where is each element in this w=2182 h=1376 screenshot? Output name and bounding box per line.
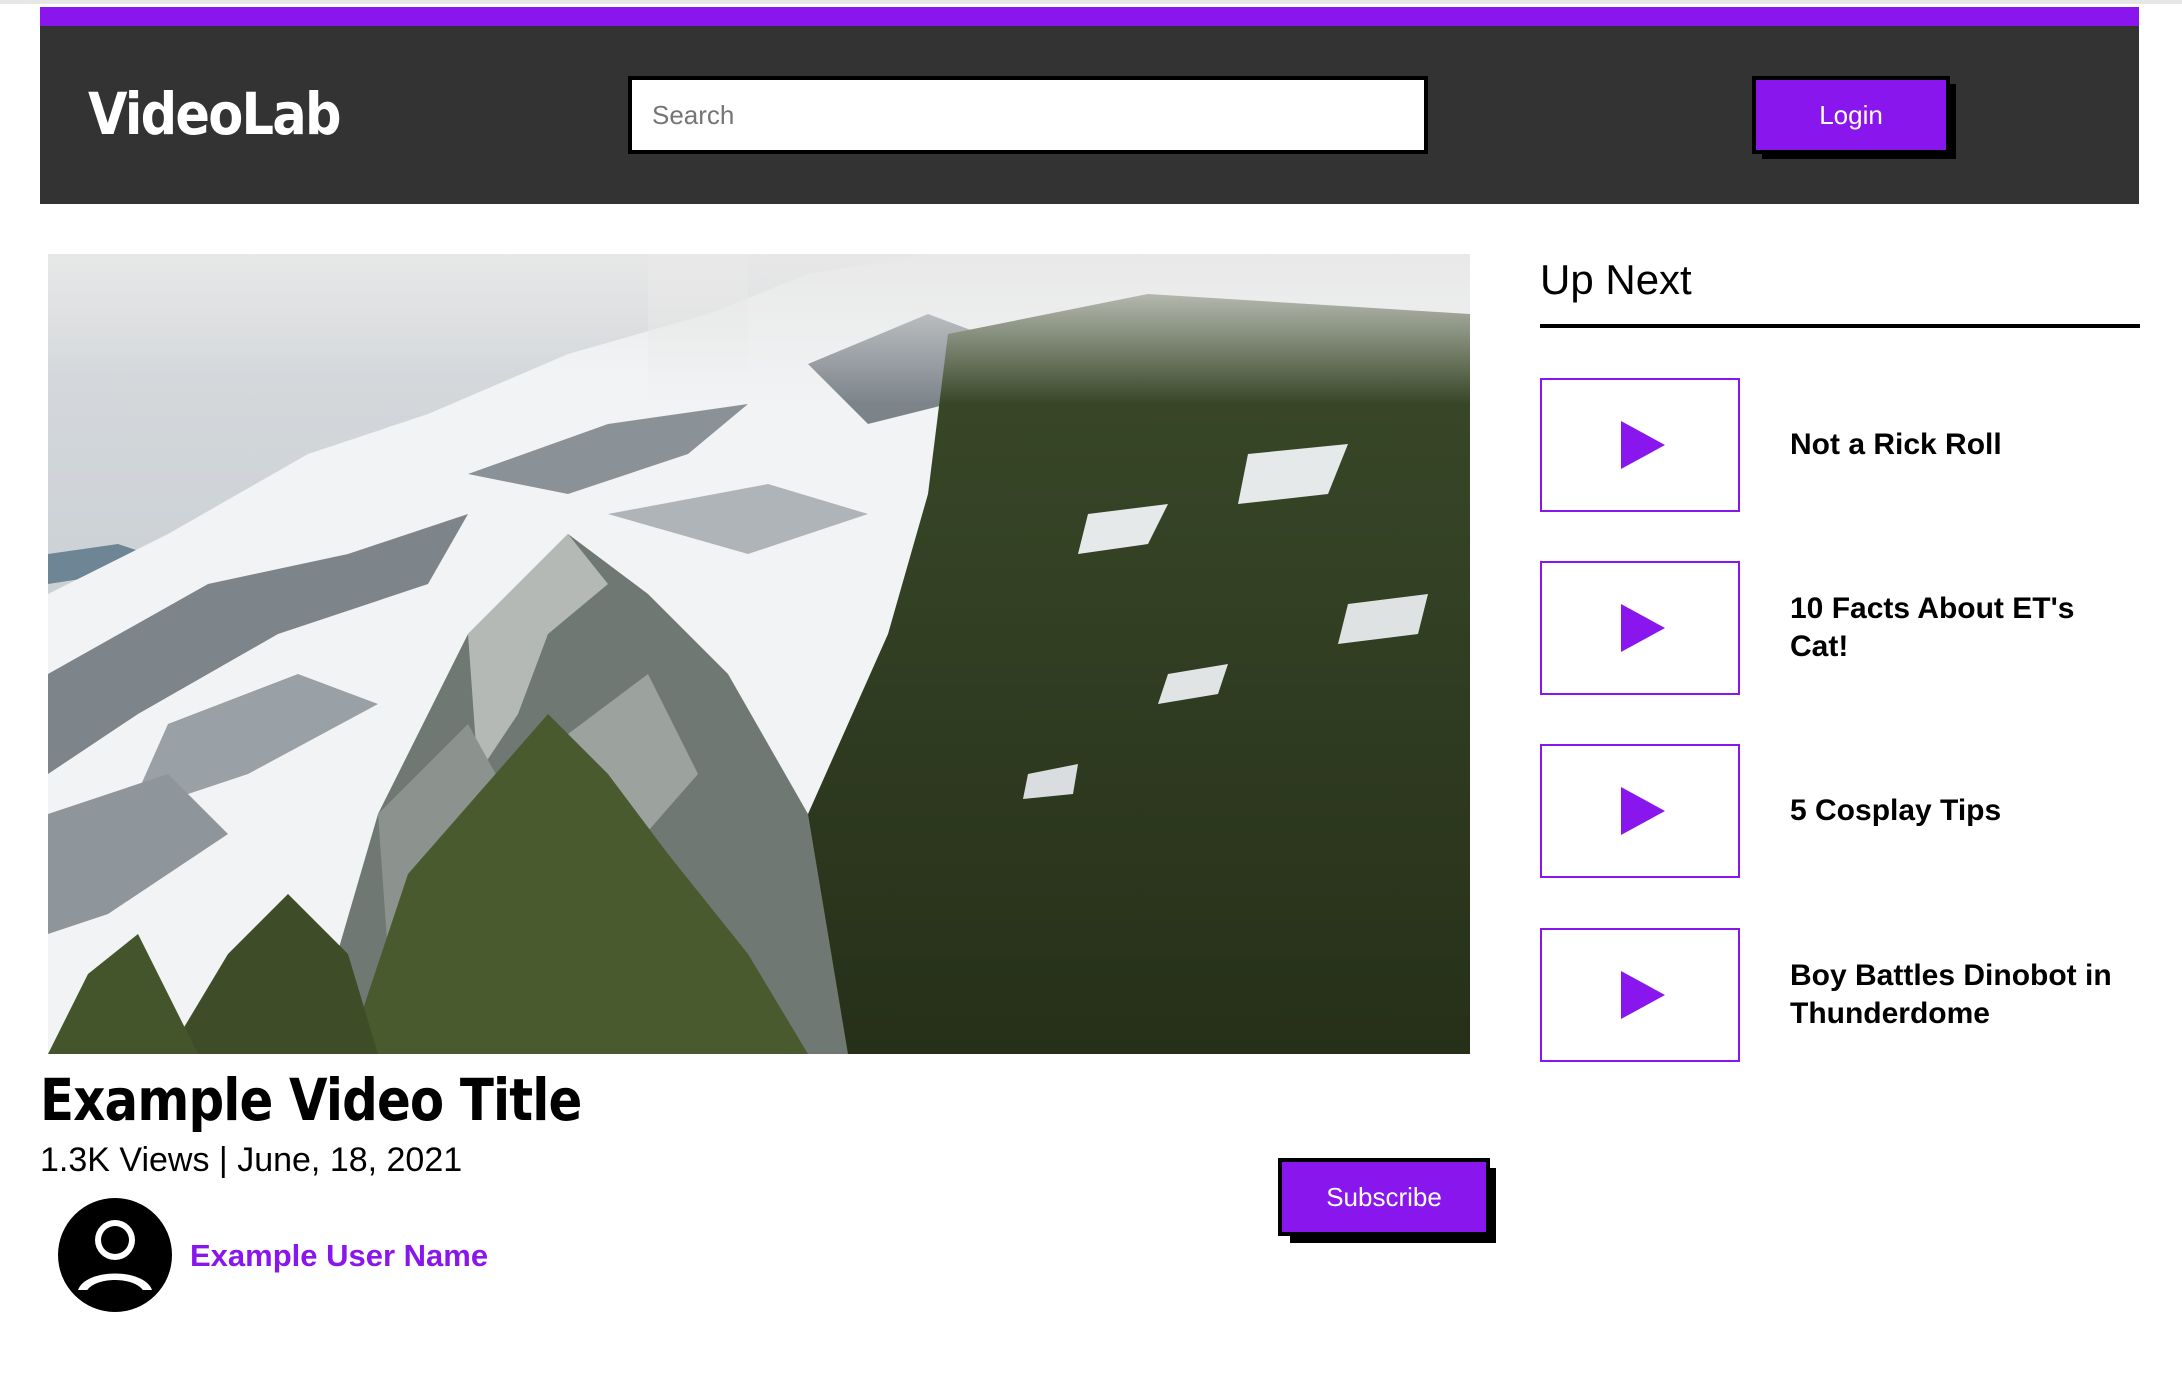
channel-user-name[interactable]: Example User Name xyxy=(190,1234,488,1278)
up-next-title[interactable]: Not a Rick Roll xyxy=(1790,378,2140,512)
subscribe-button[interactable]: Subscribe xyxy=(1278,1158,1490,1236)
play-icon xyxy=(1621,604,1665,652)
up-next-item[interactable]: Not a Rick Roll xyxy=(1540,378,2140,512)
up-next-item[interactable]: Boy Battles Dinobot in Thunderdome xyxy=(1540,928,2140,1062)
up-next-thumbnail[interactable] xyxy=(1540,928,1740,1062)
up-next-heading: Up Next xyxy=(1540,256,1692,303)
login-button[interactable]: Login xyxy=(1752,76,1950,154)
avatar-graphic xyxy=(58,1198,172,1312)
video-title: Example Video Title xyxy=(40,1066,582,1134)
search-input[interactable] xyxy=(632,80,1424,150)
search-box[interactable] xyxy=(628,76,1428,154)
up-next-divider xyxy=(1540,324,2140,328)
up-next-title[interactable]: 5 Cosplay Tips xyxy=(1790,744,2140,878)
user-avatar-icon[interactable] xyxy=(58,1198,172,1312)
play-icon xyxy=(1621,787,1665,835)
play-icon xyxy=(1621,971,1665,1019)
up-next-title[interactable]: 10 Facts About ET's Cat! xyxy=(1790,561,2140,695)
up-next-item[interactable]: 5 Cosplay Tips xyxy=(1540,744,2140,878)
up-next-thumbnail[interactable] xyxy=(1540,744,1740,878)
accent-bar xyxy=(40,7,2139,26)
video-views-date: 1.3K Views | June, 18, 2021 xyxy=(40,1141,463,1179)
up-next-thumbnail[interactable] xyxy=(1540,378,1740,512)
up-next-item[interactable]: 10 Facts About ET's Cat! xyxy=(1540,561,2140,695)
site-logo[interactable]: VideoLab xyxy=(88,72,342,156)
video-thumbnail-image xyxy=(48,254,1470,1054)
page-top-border xyxy=(0,0,2182,4)
play-icon xyxy=(1621,421,1665,469)
up-next-title[interactable]: Boy Battles Dinobot in Thunderdome xyxy=(1790,928,2140,1062)
up-next-thumbnail[interactable] xyxy=(1540,561,1740,695)
video-player[interactable] xyxy=(48,254,1470,1054)
